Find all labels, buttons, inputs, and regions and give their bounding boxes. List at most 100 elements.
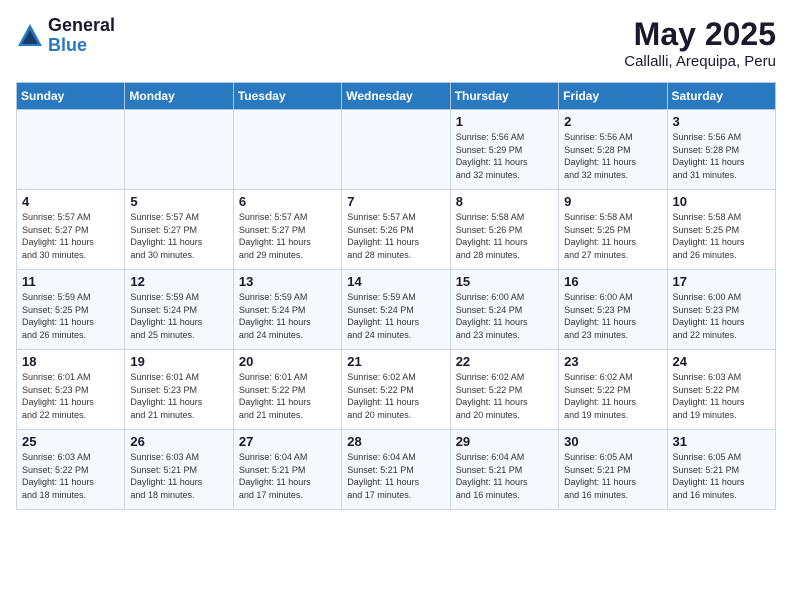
calendar-cell: 1 Sunrise: 5:56 AM Sunset: 5:29 PM Daylig…	[450, 110, 558, 190]
day-number: 21	[347, 354, 444, 369]
day-info: Sunrise: 6:04 AM Sunset: 5:21 PM Dayligh…	[239, 451, 336, 501]
day-info: Sunrise: 6:03 AM Sunset: 5:22 PM Dayligh…	[673, 371, 770, 421]
calendar-body: 1 Sunrise: 5:56 AM Sunset: 5:29 PM Daylig…	[17, 110, 776, 510]
day-info: Sunrise: 5:56 AM Sunset: 5:29 PM Dayligh…	[456, 131, 553, 181]
calendar-cell: 23 Sunrise: 6:02 AM Sunset: 5:22 PM Dayli…	[559, 350, 667, 430]
calendar-cell: 16Sunrise: 6:00 AM Sunset: 5:23 PM Dayli…	[559, 270, 667, 350]
day-number: 28	[347, 434, 444, 449]
calendar-week-4: 18 Sunrise: 6:01 AM Sunset: 5:23 PM Dayli…	[17, 350, 776, 430]
day-number: 14	[347, 274, 444, 289]
calendar-cell: 7 Sunrise: 5:57 AM Sunset: 5:26 PM Daylig…	[342, 190, 450, 270]
calendar-cell: 17 Sunrise: 6:00 AM Sunset: 5:23 PM Dayli…	[667, 270, 775, 350]
day-info: Sunrise: 5:57 AM Sunset: 5:27 PM Dayligh…	[130, 211, 227, 261]
day-info: Sunrise: 5:58 AM Sunset: 5:26 PM Dayligh…	[456, 211, 553, 261]
calendar-week-3: 11 Sunrise: 5:59 AM Sunset: 5:25 PM Dayli…	[17, 270, 776, 350]
calendar-header: SundayMondayTuesdayWednesdayThursdayFrid…	[17, 83, 776, 110]
day-number: 15	[456, 274, 553, 289]
day-number: 22	[456, 354, 553, 369]
day-info: Sunrise: 5:59 AM Sunset: 5:24 PM Dayligh…	[347, 291, 444, 341]
day-info: Sunrise: 5:58 AM Sunset: 5:25 PM Dayligh…	[673, 211, 770, 261]
calendar-cell	[233, 110, 341, 190]
calendar-cell: 9 Sunrise: 5:58 AM Sunset: 5:25 PM Daylig…	[559, 190, 667, 270]
calendar-cell: 11 Sunrise: 5:59 AM Sunset: 5:25 PM Dayli…	[17, 270, 125, 350]
day-number: 9	[564, 194, 661, 209]
day-info: Sunrise: 5:56 AM Sunset: 5:28 PM Dayligh…	[673, 131, 770, 181]
calendar-cell: 2 Sunrise: 5:56 AM Sunset: 5:28 PM Daylig…	[559, 110, 667, 190]
calendar-cell: 18 Sunrise: 6:01 AM Sunset: 5:23 PM Dayli…	[17, 350, 125, 430]
calendar-table: SundayMondayTuesdayWednesdayThursdayFrid…	[16, 82, 776, 510]
logo-blue-text: Blue	[48, 36, 115, 56]
day-info: Sunrise: 5:59 AM Sunset: 5:24 PM Dayligh…	[239, 291, 336, 341]
calendar-cell: 20 Sunrise: 6:01 AM Sunset: 5:22 PM Dayli…	[233, 350, 341, 430]
calendar-cell: 10 Sunrise: 5:58 AM Sunset: 5:25 PM Dayli…	[667, 190, 775, 270]
day-info: Sunrise: 6:01 AM Sunset: 5:22 PM Dayligh…	[239, 371, 336, 421]
day-number: 10	[673, 194, 770, 209]
day-info: Sunrise: 5:58 AM Sunset: 5:25 PM Dayligh…	[564, 211, 661, 261]
day-number: 17	[673, 274, 770, 289]
logo-text: General Blue	[48, 16, 115, 56]
calendar-cell: 19 Sunrise: 6:01 AM Sunset: 5:23 PM Dayli…	[125, 350, 233, 430]
day-info: Sunrise: 6:01 AM Sunset: 5:23 PM Dayligh…	[130, 371, 227, 421]
calendar-week-5: 25Sunrise: 6:03 AM Sunset: 5:22 PM Dayli…	[17, 430, 776, 510]
day-info: Sunrise: 6:04 AM Sunset: 5:21 PM Dayligh…	[347, 451, 444, 501]
day-number: 7	[347, 194, 444, 209]
logo-general-text: General	[48, 16, 115, 36]
logo-icon	[16, 22, 44, 50]
calendar-cell: 6 Sunrise: 5:57 AM Sunset: 5:27 PM Daylig…	[233, 190, 341, 270]
day-number: 6	[239, 194, 336, 209]
day-number: 20	[239, 354, 336, 369]
day-number: 5	[130, 194, 227, 209]
day-number: 13	[239, 274, 336, 289]
day-number: 3	[673, 114, 770, 129]
day-info: Sunrise: 6:02 AM Sunset: 5:22 PM Dayligh…	[564, 371, 661, 421]
calendar-cell: 5 Sunrise: 5:57 AM Sunset: 5:27 PM Daylig…	[125, 190, 233, 270]
calendar-cell	[342, 110, 450, 190]
day-number: 11	[22, 274, 119, 289]
day-info: Sunrise: 6:04 AM Sunset: 5:21 PM Dayligh…	[456, 451, 553, 501]
location-subtitle: Callalli, Arequipa, Peru	[624, 53, 776, 70]
day-header-tuesday: Tuesday	[233, 83, 341, 110]
calendar-cell: 30 Sunrise: 6:05 AM Sunset: 5:21 PM Dayli…	[559, 430, 667, 510]
day-info: Sunrise: 5:57 AM Sunset: 5:26 PM Dayligh…	[347, 211, 444, 261]
calendar-cell: 26Sunrise: 6:03 AM Sunset: 5:21 PM Dayli…	[125, 430, 233, 510]
day-header-thursday: Thursday	[450, 83, 558, 110]
day-number: 24	[673, 354, 770, 369]
day-number: 8	[456, 194, 553, 209]
day-info: Sunrise: 6:00 AM Sunset: 5:23 PM Dayligh…	[564, 291, 661, 341]
calendar-cell: 22Sunrise: 6:02 AM Sunset: 5:22 PM Dayli…	[450, 350, 558, 430]
day-number: 2	[564, 114, 661, 129]
day-number: 23	[564, 354, 661, 369]
calendar-cell: 21 Sunrise: 6:02 AM Sunset: 5:22 PM Dayli…	[342, 350, 450, 430]
day-info: Sunrise: 6:00 AM Sunset: 5:23 PM Dayligh…	[673, 291, 770, 341]
day-header-monday: Monday	[125, 83, 233, 110]
calendar-cell: 14 Sunrise: 5:59 AM Sunset: 5:24 PM Dayli…	[342, 270, 450, 350]
day-number: 29	[456, 434, 553, 449]
day-info: Sunrise: 5:59 AM Sunset: 5:25 PM Dayligh…	[22, 291, 119, 341]
day-info: Sunrise: 5:57 AM Sunset: 5:27 PM Dayligh…	[22, 211, 119, 261]
day-number: 30	[564, 434, 661, 449]
calendar-cell	[17, 110, 125, 190]
day-number: 19	[130, 354, 227, 369]
calendar-cell: 27 Sunrise: 6:04 AM Sunset: 5:21 PM Dayli…	[233, 430, 341, 510]
day-number: 27	[239, 434, 336, 449]
title-block: May 2025 Callalli, Arequipa, Peru	[624, 16, 776, 70]
day-info: Sunrise: 5:56 AM Sunset: 5:28 PM Dayligh…	[564, 131, 661, 181]
day-info: Sunrise: 6:02 AM Sunset: 5:22 PM Dayligh…	[347, 371, 444, 421]
logo: General Blue	[16, 16, 115, 56]
calendar-cell: 15Sunrise: 6:00 AM Sunset: 5:24 PM Dayli…	[450, 270, 558, 350]
day-header-wednesday: Wednesday	[342, 83, 450, 110]
calendar-cell: 24 Sunrise: 6:03 AM Sunset: 5:22 PM Dayli…	[667, 350, 775, 430]
day-info: Sunrise: 6:05 AM Sunset: 5:21 PM Dayligh…	[673, 451, 770, 501]
calendar-cell: 25Sunrise: 6:03 AM Sunset: 5:22 PM Dayli…	[17, 430, 125, 510]
day-number: 18	[22, 354, 119, 369]
calendar-cell: 13 Sunrise: 5:59 AM Sunset: 5:24 PM Dayli…	[233, 270, 341, 350]
calendar-cell: 3 Sunrise: 5:56 AM Sunset: 5:28 PM Daylig…	[667, 110, 775, 190]
day-info: Sunrise: 6:01 AM Sunset: 5:23 PM Dayligh…	[22, 371, 119, 421]
day-header-saturday: Saturday	[667, 83, 775, 110]
day-info: Sunrise: 6:05 AM Sunset: 5:21 PM Dayligh…	[564, 451, 661, 501]
day-info: Sunrise: 6:03 AM Sunset: 5:21 PM Dayligh…	[130, 451, 227, 501]
calendar-week-2: 4Sunrise: 5:57 AM Sunset: 5:27 PM Daylig…	[17, 190, 776, 270]
day-number: 1	[456, 114, 553, 129]
day-info: Sunrise: 5:57 AM Sunset: 5:27 PM Dayligh…	[239, 211, 336, 261]
day-info: Sunrise: 5:59 AM Sunset: 5:24 PM Dayligh…	[130, 291, 227, 341]
